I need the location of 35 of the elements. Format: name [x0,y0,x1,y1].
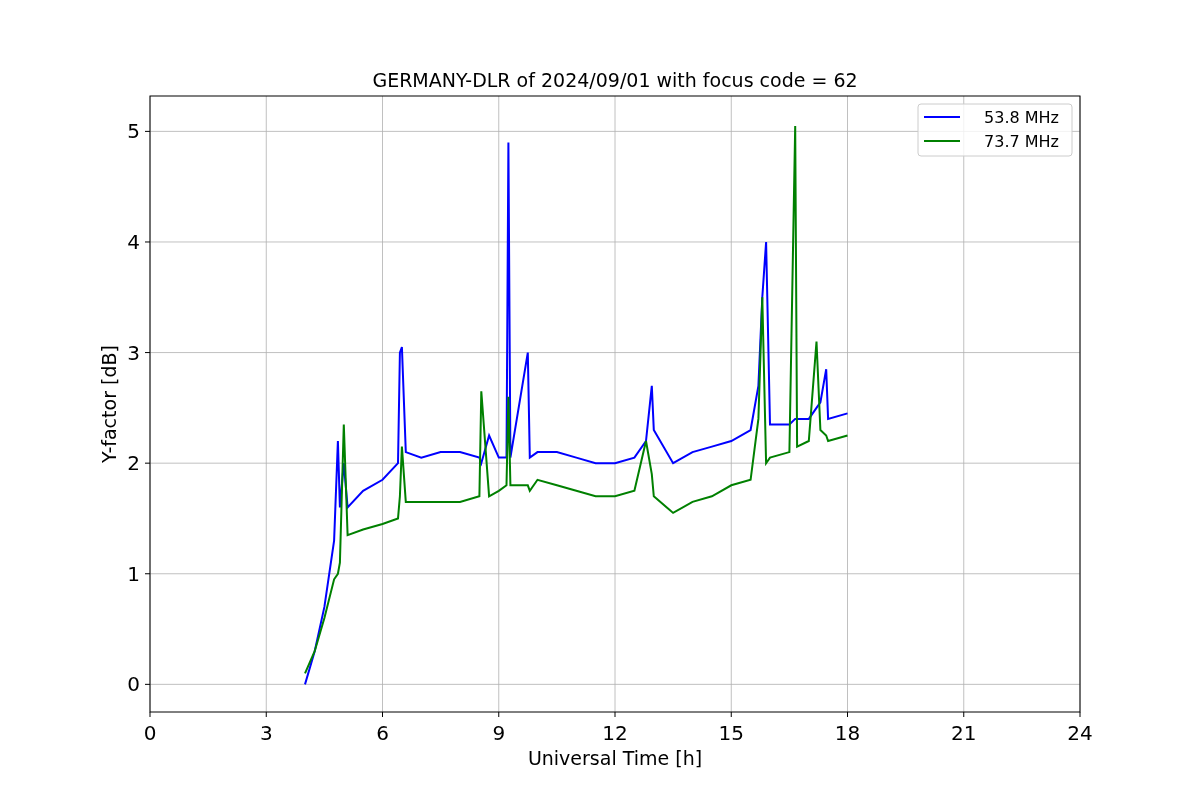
tick-mark [614,711,616,718]
tick-label: 24 [1067,721,1093,745]
tick-label: 12 [602,721,628,745]
tick-label: 3 [259,721,273,745]
tick-mark [144,352,151,354]
tick-mark [847,711,848,718]
tick-label: 15 [718,721,744,745]
tick-mark [149,711,151,718]
tick-label: 0 [143,721,157,745]
tick-mark [265,711,267,718]
tick-label: 4 [127,230,140,254]
tick-label: 2 [127,451,140,476]
x-axis-label: Universal Time [h] [527,747,703,769]
tick-mark [144,462,151,464]
tick-mark [144,241,151,243]
legend-label: 73.7 MHz [984,132,1059,151]
tick-label: 18 [834,721,861,745]
tick-mark [144,683,151,685]
tick-label: 9 [492,721,506,745]
tick-label: 5 [127,119,140,144]
tick-mark [144,573,151,575]
tick-mark [498,711,500,718]
tick-mark [1079,711,1081,718]
tick-label: 6 [376,721,389,745]
tick-mark [730,711,732,718]
tick-label: 1 [127,561,140,586]
tick-mark [963,711,965,718]
legend-label: 53.8 MHz [984,108,1059,127]
tick-mark [144,130,151,132]
tick-label: 0 [127,672,140,697]
tick-label: 21 [951,721,977,745]
y-axis-label: Y-factor [dB] [98,345,120,463]
tick-label: 3 [127,340,140,365]
tick-mark [382,711,383,718]
chart-title: GERMANY-DLR of 2024/09/01 with focus code = 62 [372,69,858,91]
